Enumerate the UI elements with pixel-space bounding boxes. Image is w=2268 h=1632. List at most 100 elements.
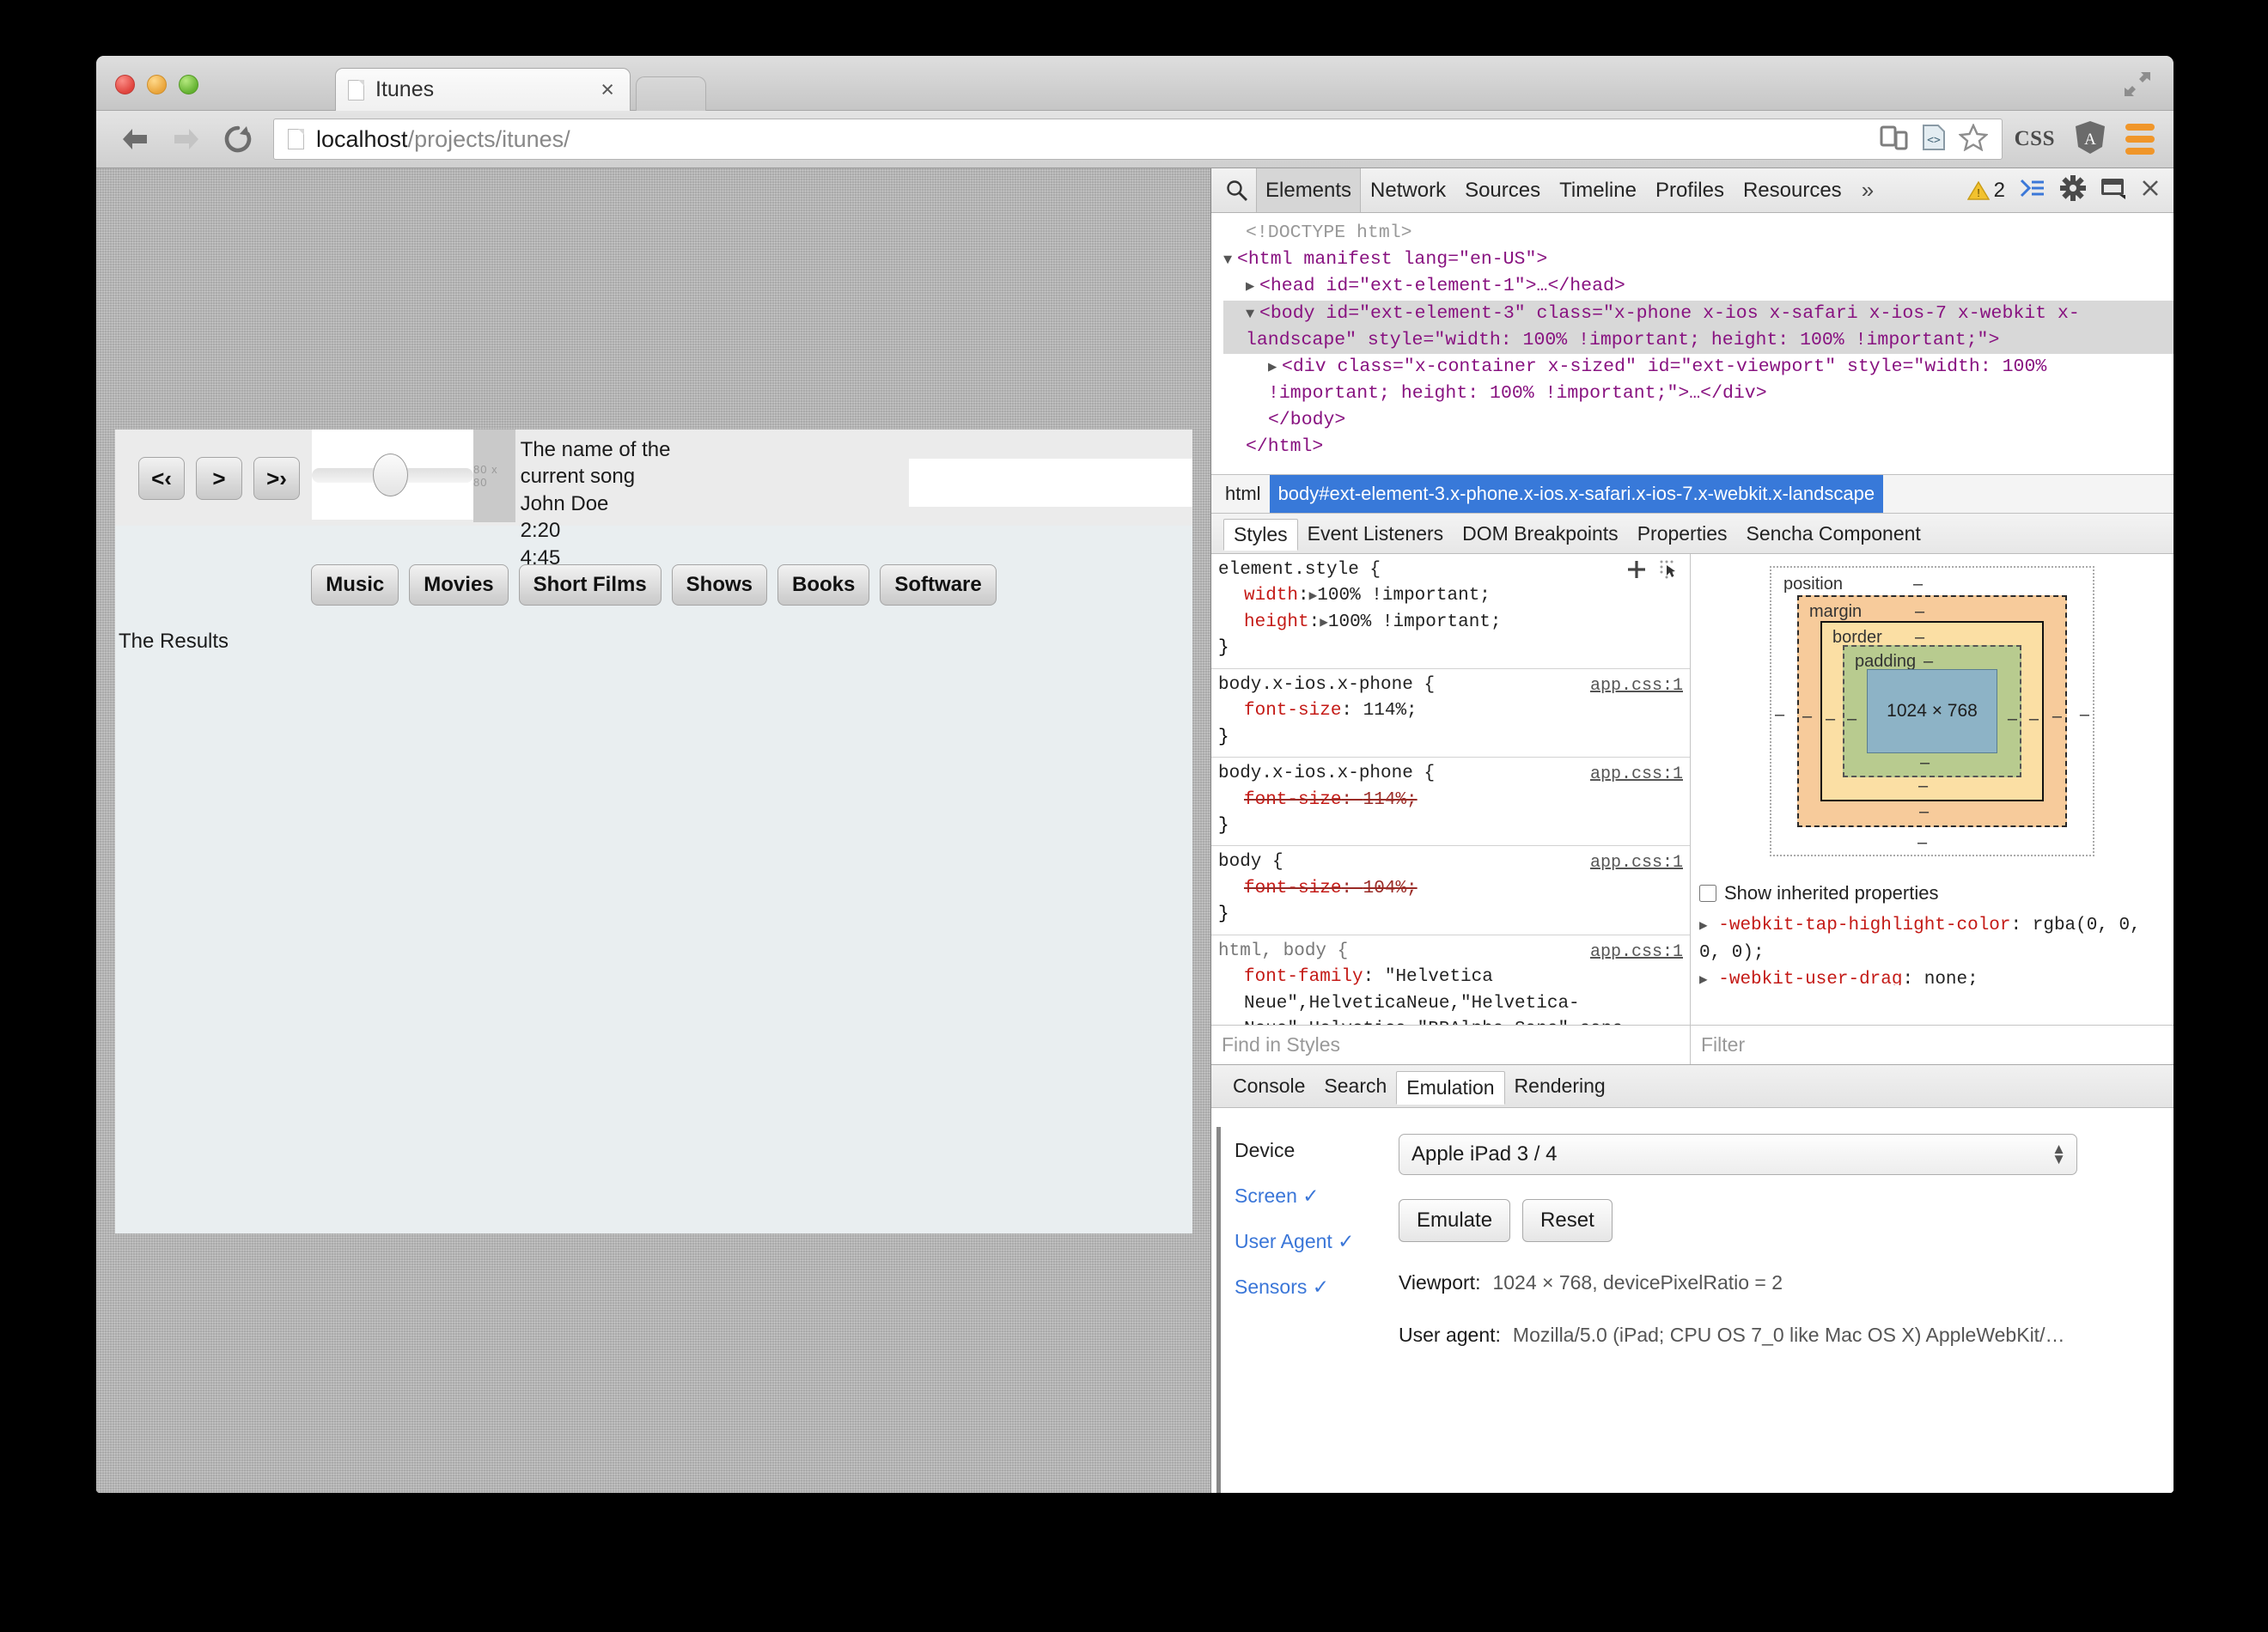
previous-track-button[interactable]: <‹	[138, 457, 185, 500]
box-model-position-right[interactable]: –	[2080, 705, 2089, 725]
show-inherited-checkbox[interactable]	[1699, 884, 1716, 902]
dom-line-head[interactable]: ▶ <head id="ext-element-1">…</head>	[1223, 273, 2174, 300]
category-button-movies[interactable]: Movies	[409, 564, 509, 606]
expand-triangle-icon[interactable]: ▶	[1699, 970, 1708, 985]
computed-filter-input[interactable]: Filter	[1691, 1026, 2174, 1064]
find-in-styles-input[interactable]: Find in Styles	[1211, 1026, 1691, 1064]
chrome-menu-icon[interactable]	[2125, 124, 2155, 155]
box-model-margin-left[interactable]: –	[1802, 707, 1812, 727]
next-track-button[interactable]: >›	[253, 457, 300, 500]
search-icon[interactable]	[1218, 180, 1256, 202]
breadcrumb-item-html[interactable]: html	[1216, 475, 1270, 513]
css-property-value[interactable]: 100% !important;	[1328, 612, 1502, 632]
forward-icon[interactable]	[167, 119, 206, 159]
expand-triangle-icon[interactable]: ▶	[1320, 613, 1328, 633]
box-model-border-left[interactable]: –	[1826, 709, 1835, 729]
chevron-updown-icon[interactable]: ▲ ▼	[2052, 1142, 2066, 1166]
search-input[interactable]	[909, 459, 1192, 507]
tab-resources[interactable]: Resources	[1734, 168, 1851, 212]
emulation-nav-screen[interactable]: Screen ✓	[1235, 1172, 1387, 1218]
drawer-tab-emulation[interactable]: Emulation	[1396, 1070, 1505, 1105]
new-tab-button[interactable]	[636, 76, 706, 111]
category-button-short-films[interactable]: Short Films	[518, 564, 662, 606]
box-model-border-right[interactable]: –	[2029, 709, 2039, 729]
view-source-icon[interactable]: <>	[1921, 124, 1947, 155]
css-source-link[interactable]: app.css:1	[1590, 850, 1683, 875]
emulation-nav-user-agent[interactable]: User Agent ✓	[1235, 1218, 1387, 1264]
computed-property[interactable]: ▶ -webkit-tap-highlight-color: rgba(0, 0…	[1699, 912, 2165, 966]
dom-line-div[interactable]: ▶ <div class="x-container x-sized" id="ex…	[1223, 354, 2174, 407]
reload-icon[interactable]	[218, 119, 258, 159]
device-mode-icon[interactable]	[1880, 125, 1909, 155]
tab-elements[interactable]: Elements	[1256, 168, 1362, 212]
settings-gear-icon[interactable]	[2060, 175, 2086, 205]
css-declaration[interactable]: height:▶100% !important;	[1218, 610, 1681, 636]
tab-timeline[interactable]: Timeline	[1550, 168, 1646, 212]
css-selector[interactable]: element.style {	[1218, 557, 1681, 583]
minimize-window-button[interactable]	[147, 75, 167, 94]
computed-property[interactable]: ▶ -webkit-user-drag: none;	[1699, 966, 2165, 985]
expand-triangle-icon[interactable]: ▶	[1246, 277, 1259, 299]
box-model-padding-left[interactable]: –	[1847, 709, 1856, 729]
box-model-padding-right[interactable]: –	[2008, 709, 2017, 729]
subtab-event-listeners[interactable]: Event Listeners	[1298, 519, 1454, 549]
drawer-tab-search[interactable]: Search	[1314, 1070, 1396, 1102]
dom-line-html-open[interactable]: ▼ <html manifest lang="en-US">	[1223, 247, 2174, 273]
element-state-icon[interactable]	[1659, 559, 1680, 589]
css-declaration-disabled[interactable]: font-size: 114%;	[1218, 788, 1681, 813]
drawer-tab-console[interactable]: Console	[1223, 1070, 1314, 1102]
box-model-margin-top[interactable]: –	[1915, 602, 1924, 622]
address-bar[interactable]: localhost/projects/itunes/ <>	[273, 119, 2003, 160]
css-declaration[interactable]: width:▶100% !important;	[1218, 583, 1681, 609]
reset-button[interactable]: Reset	[1522, 1199, 1613, 1242]
category-button-software[interactable]: Software	[880, 564, 997, 606]
console-drawer-icon[interactable]	[2020, 177, 2045, 204]
drawer-tab-rendering[interactable]: Rendering	[1505, 1070, 1615, 1102]
tab-network[interactable]: Network	[1361, 168, 1455, 212]
box-model-padding-bottom[interactable]: –	[1920, 753, 1930, 773]
css-property-value[interactable]: 104%;	[1363, 879, 1418, 898]
category-button-music[interactable]: Music	[311, 564, 399, 606]
device-select[interactable]: Apple iPad 3 / 4 ▲ ▼	[1399, 1134, 2077, 1175]
css-source-link[interactable]: app.css:1	[1590, 673, 1683, 698]
box-model-position-bottom[interactable]: –	[1917, 833, 1927, 853]
css-property-value[interactable]: 114%;	[1363, 790, 1418, 810]
close-window-button[interactable]	[115, 75, 135, 94]
category-button-shows[interactable]: Shows	[671, 564, 768, 606]
zoom-window-button[interactable]	[179, 75, 198, 94]
emulation-nav-sensors[interactable]: Sensors ✓	[1235, 1264, 1387, 1309]
subtab-sencha-component[interactable]: Sencha Component	[1737, 519, 1930, 549]
breadcrumb-item-body[interactable]: body#ext-element-3.x-phone.x-ios.x-safar…	[1269, 475, 1884, 513]
css-declaration[interactable]: font-family: "Helvetica Neue",HelveticaN…	[1218, 965, 1681, 1025]
dock-position-icon[interactable]	[2100, 177, 2126, 204]
tab-profiles[interactable]: Profiles	[1646, 168, 1734, 212]
emulate-button[interactable]: Emulate	[1399, 1199, 1511, 1242]
css-property-value[interactable]: 100% !important;	[1317, 586, 1491, 606]
close-devtools-icon[interactable]	[2141, 179, 2160, 202]
browser-tab-itunes[interactable]: Itunes ×	[335, 68, 631, 111]
show-inherited-row[interactable]: Show inherited properties	[1699, 879, 2165, 907]
category-button-books[interactable]: Books	[777, 564, 870, 606]
slider-thumb[interactable]	[373, 453, 408, 496]
back-icon[interactable]	[115, 119, 155, 159]
box-model-border-bottom[interactable]: –	[1918, 776, 1928, 796]
fullscreen-icon[interactable]	[2124, 71, 2151, 97]
subtab-dom-breakpoints[interactable]: DOM Breakpoints	[1453, 519, 1628, 549]
close-tab-icon[interactable]: ×	[597, 78, 618, 101]
tab-sources[interactable]: Sources	[1455, 168, 1550, 212]
subtab-properties[interactable]: Properties	[1628, 519, 1737, 549]
css-declaration[interactable]: font-size: 114%;	[1218, 698, 1681, 724]
dom-tree[interactable]: <!DOCTYPE html> ▼ <html manifest lang="en…	[1211, 213, 2174, 474]
expand-triangle-icon[interactable]: ▶	[1268, 358, 1282, 380]
expand-triangle-icon[interactable]: ▶	[1699, 916, 1708, 936]
css-extension-button[interactable]: CSS	[2015, 127, 2055, 151]
subtab-styles[interactable]: Styles	[1223, 519, 1298, 551]
angularjs-extension-icon[interactable]: A	[2074, 120, 2106, 159]
new-style-rule-icon[interactable]	[1626, 559, 1647, 589]
bookmark-star-icon[interactable]	[1957, 122, 1989, 155]
css-declaration-disabled[interactable]: font-size: 104%;	[1218, 876, 1681, 902]
expand-triangle-icon[interactable]: ▼	[1246, 305, 1259, 326]
dom-line-body[interactable]: ▼ <body id="ext-element-3" class="x-phone…	[1223, 300, 2174, 354]
expand-triangle-icon[interactable]: ▼	[1223, 251, 1237, 272]
more-tabs-icon[interactable]: »	[1851, 177, 1884, 204]
